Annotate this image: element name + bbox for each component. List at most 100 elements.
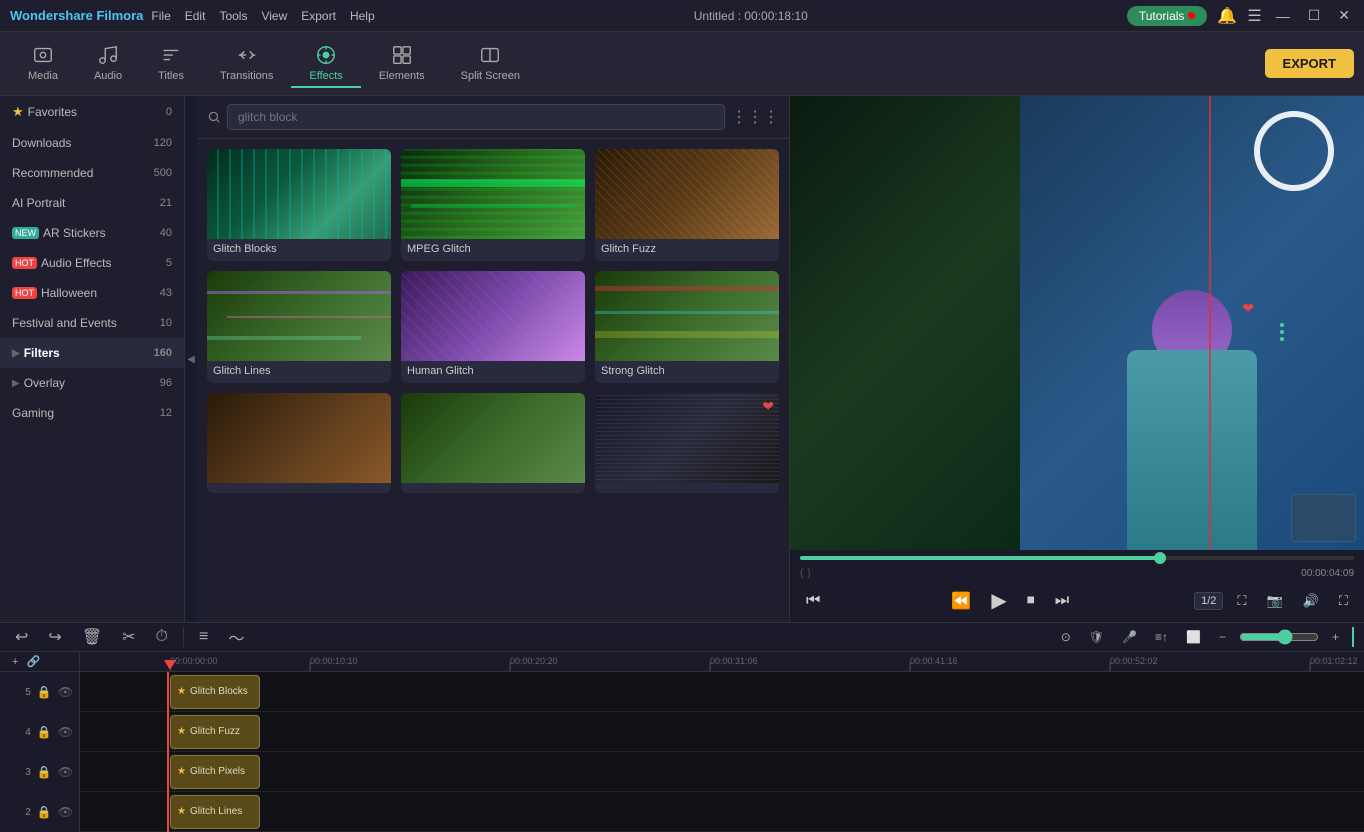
sidebar-item-festival[interactable]: Festival and Events 10 — [0, 308, 184, 338]
search-bar: ⋮⋮⋮ — [197, 96, 789, 139]
effect-card-strong-glitch[interactable]: Strong Glitch — [595, 271, 779, 383]
sidebar-item-ar-stickers[interactable]: NEWAR Stickers 40 — [0, 218, 184, 248]
clip-glitch-blocks[interactable]: ★ Glitch Blocks — [170, 675, 260, 709]
menu-file[interactable]: File — [151, 9, 170, 23]
effect-card-9[interactable]: ❤ — [595, 393, 779, 493]
redo-button[interactable]: ↪ — [43, 625, 66, 649]
fullscreen-button[interactable]: ⛶ — [1333, 590, 1354, 612]
skip-forward-button[interactable]: ⏭ — [1049, 585, 1075, 616]
playback-rate[interactable]: 1/2 — [1194, 592, 1223, 610]
preview-center-controls: ⏪ ▶ ⏹ ⏭ — [945, 585, 1075, 616]
preview-progress-thumb[interactable] — [1154, 552, 1166, 564]
search-icon — [207, 110, 221, 124]
menu-export[interactable]: Export — [301, 9, 336, 23]
track-3-eye[interactable]: 👁 — [58, 765, 73, 779]
timer-button[interactable]: ⏱ — [151, 626, 173, 648]
grid-options-icon[interactable]: ⋮⋮⋮ — [731, 107, 779, 127]
skip-back-button[interactable]: ⏮ — [800, 589, 826, 613]
effect-card-glitch-blocks[interactable]: Glitch Blocks — [207, 149, 391, 261]
preview-progress-bar[interactable] — [800, 556, 1354, 560]
toolbar-transitions-label: Transitions — [220, 70, 273, 82]
zoom-slider[interactable] — [1239, 629, 1319, 645]
timeline-resize-handle[interactable] — [1352, 627, 1354, 647]
subtitle-button[interactable]: ⬜ — [1181, 628, 1206, 646]
export-button[interactable]: EXPORT — [1265, 49, 1354, 78]
sidebar-item-recommended[interactable]: Recommended 500 — [0, 158, 184, 188]
screenshot-button[interactable]: 📷 — [1261, 590, 1289, 612]
notification-icon[interactable]: 🔔 — [1217, 6, 1237, 26]
track-2-lock[interactable]: 🔒 — [37, 805, 52, 819]
toolbar-audio[interactable]: Audio — [76, 40, 140, 88]
close-button[interactable]: ✕ — [1334, 7, 1354, 24]
tracks-container: ★ Glitch Blocks ★ Glitch Fuzz ★ Glitch P… — [80, 672, 1364, 832]
sidebar-item-filters[interactable]: ▶Filters 160 — [0, 338, 184, 368]
track-4-eye[interactable]: 👁 — [58, 725, 73, 739]
effect-card-human-glitch[interactable]: Human Glitch — [401, 271, 585, 383]
tutorials-dot — [1188, 12, 1195, 19]
panel-collapse-btn[interactable]: ◀ — [185, 96, 197, 622]
zoom-out-button[interactable]: − — [1214, 628, 1231, 646]
track-label-4: 4 🔒 👁 — [0, 712, 79, 752]
sidebar-ai-portrait-count: 21 — [160, 197, 172, 209]
sidebar-overlay-count: 96 — [160, 377, 172, 389]
effect-card-glitch-fuzz[interactable]: Glitch Fuzz — [595, 149, 779, 261]
link-tracks-button[interactable]: 🔗 — [22, 653, 44, 670]
toolbar-effects[interactable]: Effects — [291, 40, 360, 88]
maximize-button[interactable]: ☐ — [1304, 7, 1325, 24]
effect-card-7[interactable] — [207, 393, 391, 493]
undo-button[interactable]: ↩ — [10, 625, 33, 649]
effect-card-8[interactable] — [401, 393, 585, 493]
toolbar-splitscreen[interactable]: Split Screen — [443, 40, 538, 88]
stop-button[interactable]: ⏹ — [1021, 585, 1041, 616]
volume-button[interactable]: 🔊 — [1297, 590, 1325, 612]
delete-button[interactable]: 🗑 — [77, 625, 107, 649]
menu-view[interactable]: View — [261, 9, 287, 23]
menu-help[interactable]: Help — [350, 9, 375, 23]
clip-glitch-pixels[interactable]: ★ Glitch Pixels — [170, 755, 260, 789]
toolbar-media[interactable]: Media — [10, 40, 76, 88]
clip-glitch-lines[interactable]: ★ Glitch Lines — [170, 795, 260, 829]
sidebar-item-audio-effects[interactable]: HOTAudio Effects 5 — [0, 248, 184, 278]
layout-button[interactable]: ≡ — [194, 626, 213, 648]
menu-tools[interactable]: Tools — [219, 9, 247, 23]
track-2-eye[interactable]: 👁 — [58, 805, 73, 819]
clip-glitch-fuzz[interactable]: ★ Glitch Fuzz — [170, 715, 260, 749]
toolbar-titles-label: Titles — [158, 70, 184, 82]
track-label-5: 5 🔒 👁 — [0, 672, 79, 712]
minimize-button[interactable]: — — [1272, 8, 1294, 24]
tutorials-button[interactable]: Tutorials — [1127, 6, 1208, 26]
toolbar-audio-label: Audio — [94, 70, 122, 82]
sidebar-item-overlay[interactable]: ▶Overlay 96 — [0, 368, 184, 398]
toolbar-titles[interactable]: Titles — [140, 40, 202, 88]
toolbar-transitions[interactable]: Transitions — [202, 40, 291, 88]
timeline-body: + 🔗 5 🔒 👁 4 🔒 👁 3 🔒 👁 2 🔒 👁 — [0, 652, 1364, 832]
protect-button[interactable]: 🛡 — [1084, 628, 1109, 646]
sidebar-item-gaming[interactable]: Gaming 12 — [0, 398, 184, 428]
effect-thumb-glitch-fuzz — [595, 149, 779, 239]
track-4-lock[interactable]: 🔒 — [37, 725, 52, 739]
track-5-eye[interactable]: 👁 — [58, 685, 73, 699]
add-track-button[interactable]: + — [8, 654, 22, 670]
step-back-button[interactable]: ⏪ — [945, 585, 977, 616]
search-input[interactable] — [227, 104, 725, 130]
effect-card-mpeg-glitch[interactable]: MPEG Glitch — [401, 149, 585, 261]
sidebar-item-favorites[interactable]: ★Favorites 0 — [0, 96, 184, 128]
effect-card-glitch-lines[interactable]: Glitch Lines — [207, 271, 391, 383]
toolbar-elements[interactable]: Elements — [361, 40, 443, 88]
audio-track-button[interactable]: ≡↑ — [1150, 628, 1173, 646]
zoom-in-button[interactable]: + — [1327, 628, 1344, 646]
sidebar-item-halloween[interactable]: HOTHalloween 43 — [0, 278, 184, 308]
menu-icon[interactable]: ☰ — [1247, 6, 1261, 26]
play-button[interactable]: ▶ — [985, 585, 1012, 616]
snap-button[interactable]: ⊙ — [1056, 628, 1076, 646]
preview-heart: ❤ — [1242, 300, 1254, 317]
sidebar-item-downloads[interactable]: Downloads 120 — [0, 128, 184, 158]
track-3-lock[interactable]: 🔒 — [37, 765, 52, 779]
sidebar-item-ai-portrait[interactable]: AI Portrait 21 — [0, 188, 184, 218]
mic-button[interactable]: 🎤 — [1117, 628, 1142, 646]
menu-edit[interactable]: Edit — [185, 9, 206, 23]
track-5-lock[interactable]: 🔒 — [37, 685, 52, 699]
audio-wave-button[interactable]: 〜 — [223, 623, 249, 651]
cut-button[interactable]: ✂ — [117, 625, 140, 649]
screen-view-button[interactable]: ⛶ — [1231, 590, 1252, 612]
